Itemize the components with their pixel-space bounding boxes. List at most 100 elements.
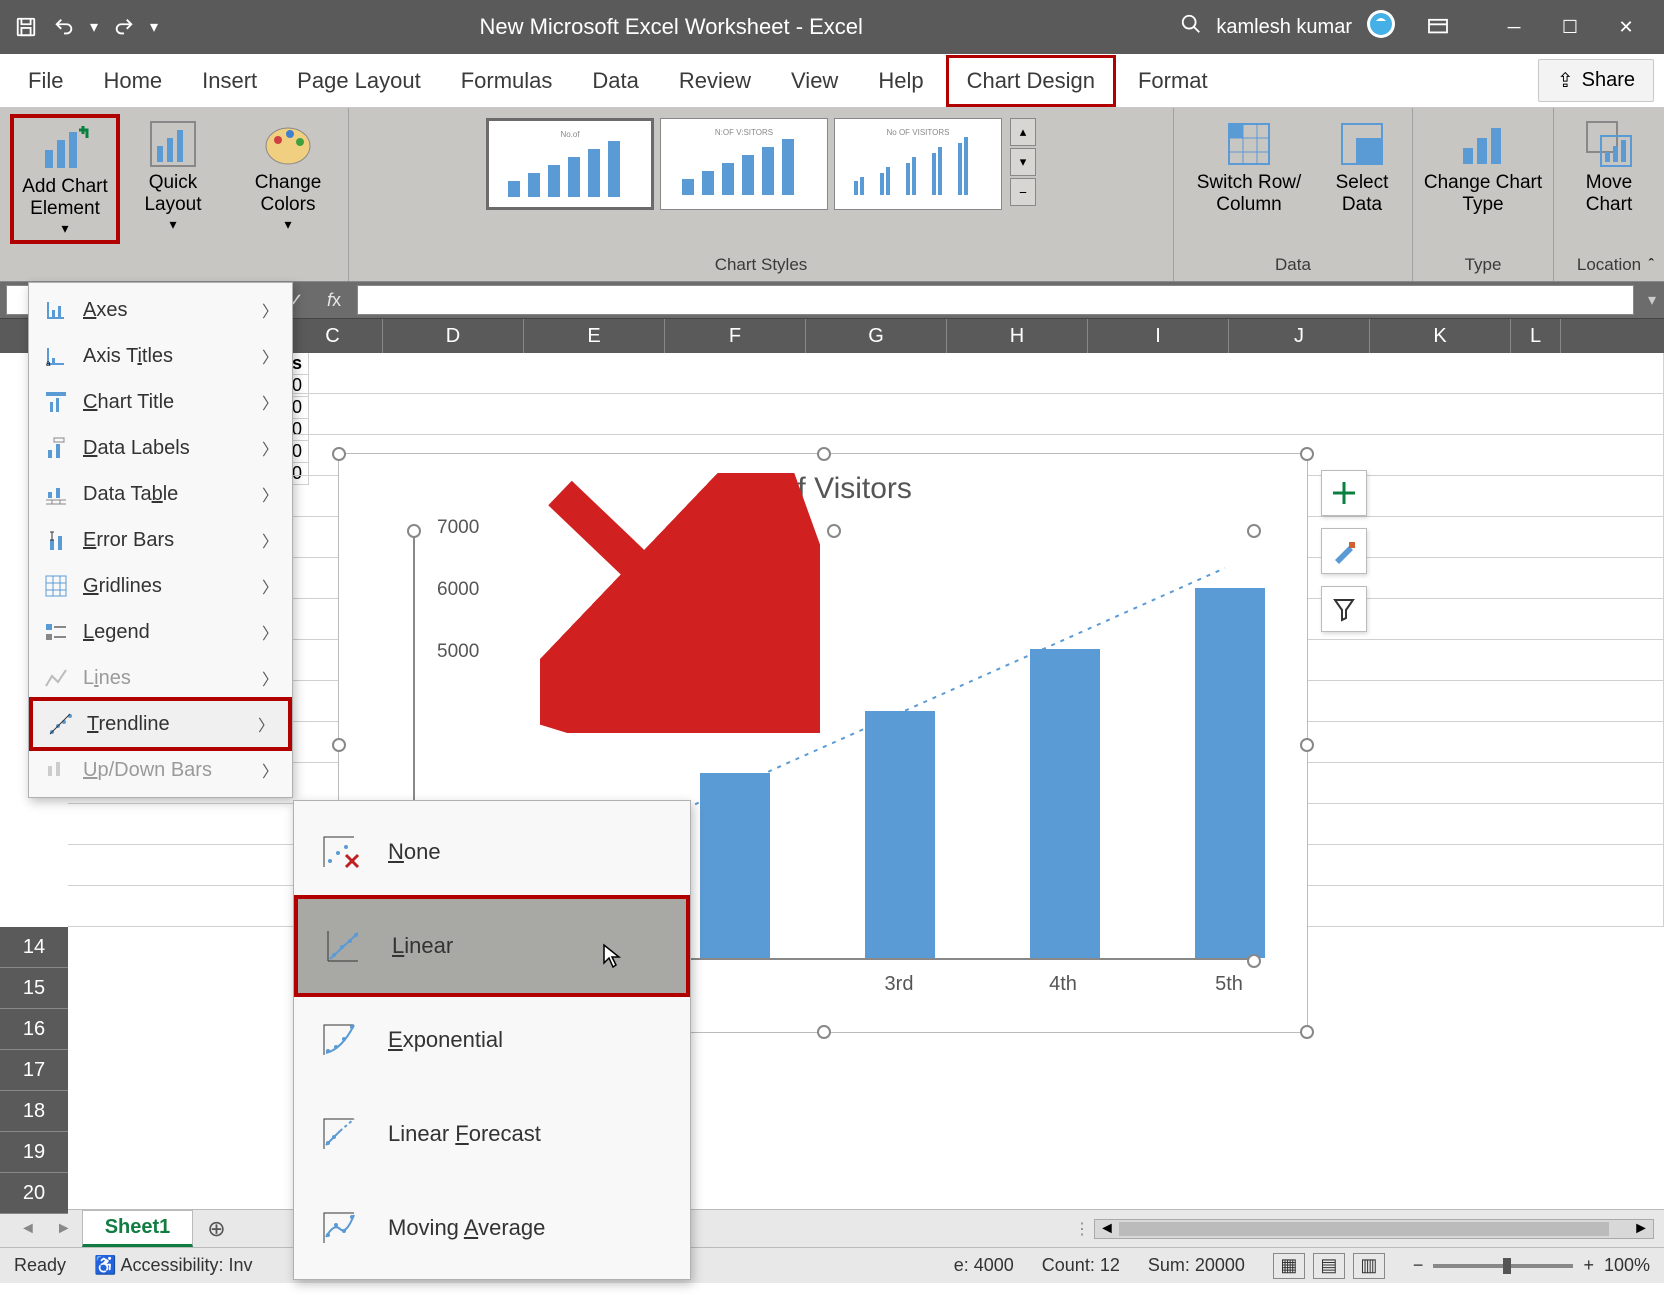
col-header[interactable]: I — [1088, 319, 1229, 353]
gallery-up-button[interactable]: ▴ — [1010, 118, 1036, 146]
col-header[interactable]: J — [1229, 319, 1370, 353]
resize-handle[interactable] — [1247, 954, 1261, 968]
row-header[interactable]: 14 — [0, 927, 68, 968]
menu-data-labels[interactable]: Data Labels〉 — [29, 425, 292, 471]
row-header[interactable]: 20 — [0, 1173, 68, 1214]
search-icon[interactable] — [1180, 13, 1202, 41]
chart-title[interactable]: No of Visitors — [339, 454, 1307, 516]
close-button[interactable]: ✕ — [1598, 7, 1654, 47]
quick-layout-button[interactable]: Quick Layout▾ — [128, 114, 218, 244]
gallery-down-button[interactable]: ▾ — [1010, 148, 1036, 176]
save-icon[interactable] — [10, 11, 42, 43]
page-break-view-icon[interactable]: ▥ — [1353, 1253, 1385, 1279]
zoom-level[interactable]: 100% — [1604, 1255, 1650, 1276]
menu-legend[interactable]: Legend〉 — [29, 609, 292, 655]
submenu-linear-forecast[interactable]: Linear Forecast — [294, 1087, 690, 1181]
submenu-moving-average[interactable]: Moving Average — [294, 1181, 690, 1275]
col-header[interactable]: F — [665, 319, 806, 353]
submenu-linear[interactable]: Linear — [294, 895, 690, 997]
maximize-button[interactable]: ☐ — [1542, 7, 1598, 47]
accessibility-status[interactable]: ♿ Accessibility: Inv — [94, 1255, 252, 1276]
bar[interactable] — [1195, 588, 1265, 958]
col-header[interactable]: H — [947, 319, 1088, 353]
resize-handle[interactable] — [332, 447, 346, 461]
bar[interactable] — [1030, 649, 1100, 958]
hscroll-grip-icon[interactable]: ⋮ — [1074, 1219, 1090, 1239]
tab-review[interactable]: Review — [661, 58, 769, 104]
tab-page-layout[interactable]: Page Layout — [279, 58, 439, 104]
menu-axes[interactable]: Axes〉 — [29, 287, 292, 333]
sheet-nav-prev-icon[interactable]: ◄ — [10, 1220, 46, 1238]
redo-icon[interactable] — [108, 11, 140, 43]
tab-formulas[interactable]: Formulas — [443, 58, 571, 104]
user-avatar-icon[interactable] — [1366, 9, 1396, 45]
menu-error-bars[interactable]: Error Bars〉 — [29, 517, 292, 563]
change-colors-button[interactable]: Change Colors▾ — [238, 114, 338, 244]
chart-style-3[interactable]: No OF VISITORS — [834, 118, 1002, 210]
menu-chart-title[interactable]: Chart Title〉 — [29, 379, 292, 425]
formula-input[interactable] — [357, 285, 1634, 315]
resize-handle[interactable] — [1300, 738, 1314, 752]
undo-icon[interactable] — [48, 11, 80, 43]
formula-expand-icon[interactable]: ▾ — [1640, 290, 1664, 310]
col-header[interactable]: D — [383, 319, 524, 353]
resize-handle[interactable] — [407, 524, 421, 538]
resize-handle[interactable] — [1247, 524, 1261, 538]
resize-handle[interactable] — [817, 1025, 831, 1039]
bar[interactable] — [700, 773, 770, 958]
tab-view[interactable]: View — [773, 58, 856, 104]
zoom-slider[interactable] — [1433, 1264, 1573, 1268]
chart-filter-icon[interactable] — [1321, 586, 1367, 632]
col-header[interactable]: K — [1370, 319, 1511, 353]
row-header[interactable]: 15 — [0, 968, 68, 1009]
col-header[interactable]: C — [283, 319, 383, 353]
chart-brush-icon[interactable] — [1321, 528, 1367, 574]
fx-icon[interactable]: fx — [317, 290, 351, 311]
menu-gridlines[interactable]: Gridlines〉 — [29, 563, 292, 609]
resize-handle[interactable] — [1300, 1025, 1314, 1039]
tab-home[interactable]: Home — [85, 58, 180, 104]
ribbon-display-icon[interactable] — [1410, 7, 1466, 47]
tab-help[interactable]: Help — [860, 58, 941, 104]
col-header[interactable]: E — [524, 319, 665, 353]
menu-axis-titles[interactable]: aAxis Titles〉 — [29, 333, 292, 379]
move-chart-button[interactable]: Move Chart — [1564, 114, 1654, 244]
undo-dropdown-icon[interactable]: ▾ — [86, 11, 102, 43]
change-chart-type-button[interactable]: Change Chart Type — [1423, 114, 1543, 244]
resize-handle[interactable] — [817, 447, 831, 461]
chart-style-gallery[interactable]: No.of N:OF V:SITORS No OF VISITORS — [486, 114, 1002, 210]
resize-handle[interactable] — [332, 738, 346, 752]
horizontal-scrollbar[interactable]: ◄ ► — [1094, 1219, 1654, 1239]
qat-customize-icon[interactable]: ▾ — [146, 11, 162, 43]
zoom-out-icon[interactable]: − — [1413, 1255, 1424, 1276]
chart-plus-icon[interactable] — [1321, 470, 1367, 516]
minimize-button[interactable]: ─ — [1486, 7, 1542, 47]
tab-format[interactable]: Format — [1120, 58, 1226, 104]
tab-chart-design[interactable]: Chart Design — [946, 55, 1116, 107]
resize-handle[interactable] — [1300, 447, 1314, 461]
menu-trendline[interactable]: Trendline〉 — [29, 697, 292, 751]
chart-style-2[interactable]: N:OF V:SITORS — [660, 118, 828, 210]
zoom-in-icon[interactable]: + — [1583, 1255, 1594, 1276]
sheet-tab-1[interactable]: Sheet1 — [82, 1210, 194, 1247]
new-sheet-icon[interactable]: ⊕ — [193, 1216, 239, 1242]
share-button[interactable]: ⇪ Share — [1538, 59, 1654, 102]
col-header[interactable]: L — [1511, 319, 1561, 353]
add-chart-element-button[interactable]: Add Chart Element▾ — [10, 114, 120, 244]
switch-row-column-button[interactable]: Switch Row/ Column — [1184, 114, 1314, 244]
resize-handle[interactable] — [827, 524, 841, 538]
row-header[interactable]: 19 — [0, 1132, 68, 1173]
page-layout-view-icon[interactable]: ▤ — [1313, 1253, 1345, 1279]
tab-data[interactable]: Data — [574, 58, 656, 104]
menu-data-table[interactable]: Data Table〉 — [29, 471, 292, 517]
collapse-ribbon-icon[interactable]: ˆ — [1649, 257, 1654, 275]
sheet-nav-next-icon[interactable]: ► — [46, 1220, 82, 1238]
normal-view-icon[interactable]: ▦ — [1273, 1253, 1305, 1279]
user-name[interactable]: kamlesh kumar — [1216, 16, 1352, 39]
col-header[interactable]: G — [806, 319, 947, 353]
tab-insert[interactable]: Insert — [184, 58, 275, 104]
chart-style-1[interactable]: No.of — [486, 118, 654, 210]
submenu-exponential[interactable]: Exponential — [294, 993, 690, 1087]
row-header[interactable]: 18 — [0, 1091, 68, 1132]
tab-file[interactable]: File — [10, 58, 81, 104]
